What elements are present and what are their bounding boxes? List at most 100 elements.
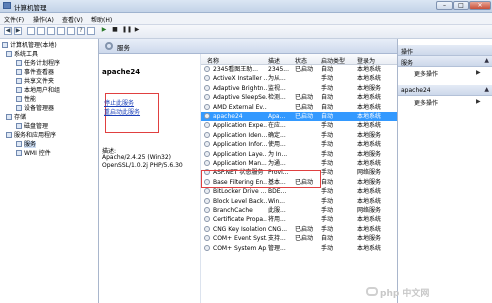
restart-service-link[interactable]: 重启动此服务 — [104, 107, 140, 116]
actions-section-apache24[interactable]: apache24 ▲ — [398, 85, 492, 96]
service-cell: Block Level Back... — [213, 197, 267, 205]
service-cell: ASP.NET 状态服务 — [213, 169, 264, 177]
service-row[interactable]: Application Laye... 为 In... 手动 本地服务 — [201, 150, 397, 159]
close-button[interactable]: ✕ — [469, 1, 491, 10]
computer-management-icon — [3, 2, 11, 9]
view-icon[interactable] — [87, 27, 95, 35]
back-icon[interactable]: ◀ — [4, 27, 12, 35]
tree-item-event-viewer[interactable]: 事件查看器 — [16, 68, 54, 77]
service-cell: 本地系统 — [357, 141, 382, 149]
service-row[interactable]: Base Filtering En... 基本... 已启动 自动 本地服务 — [201, 178, 397, 187]
service-row[interactable]: AMD External Ev... 已启动 自动 本地系统 — [201, 103, 397, 112]
service-row[interactable]: COM+ System Ap... 管理... 手动 本地系统 — [201, 244, 397, 253]
up-icon[interactable] — [27, 27, 35, 35]
tree-item-disk-management[interactable]: 磁盘管理 — [16, 122, 48, 131]
more-actions-services[interactable]: 更多操作 — [414, 69, 438, 78]
service-gear-icon — [204, 160, 210, 166]
service-row[interactable]: Application Expe... 在应... 手动 本地系统 — [201, 121, 397, 130]
show-tree-icon[interactable] — [37, 27, 45, 35]
title-bar: 计算机管理 – □ ✕ — [0, 0, 492, 13]
service-row[interactable]: CNG Key Isolation CNG... 已启动 手动 本地系统 — [201, 225, 397, 234]
service-cell: 已启动 — [295, 178, 314, 186]
tree-item-device-manager[interactable]: 设备管理器 — [16, 104, 54, 113]
column-log-on-as[interactable]: 登录为 — [357, 56, 375, 65]
service-cell: Provi... — [268, 169, 289, 177]
service-row[interactable]: Application Man... 为通... 手动 本地系统 — [201, 159, 397, 168]
gear-icon — [105, 42, 113, 50]
tree-item-computer-management[interactable]: 计算机管理(本地) — [2, 41, 57, 50]
actions-section-services[interactable]: 服务 ▲ — [398, 56, 492, 67]
stop-service-link[interactable]: 停止此服务 — [104, 98, 134, 107]
service-cell: Base Filtering En... — [213, 178, 267, 186]
service-cell: 2345... — [268, 66, 289, 73]
tree-item-task-scheduler[interactable]: 任务计划程序 — [16, 59, 60, 68]
service-cell: 手动 — [321, 225, 334, 233]
service-cell: 本地系统 — [357, 66, 382, 73]
service-row[interactable]: Adaptive Brightn... 监视... 手动 本地服务 — [201, 84, 397, 93]
tree-item-performance[interactable]: 性能 — [16, 95, 36, 104]
tree-item-local-users[interactable]: 本地用户和组 — [16, 86, 60, 95]
help-icon[interactable]: ? — [77, 27, 85, 35]
window-title: 计算机管理 — [14, 4, 47, 12]
performance-icon — [16, 96, 22, 102]
minimize-button[interactable]: – — [436, 1, 453, 10]
service-cell: 本地服务 — [357, 235, 382, 243]
service-row[interactable]: BranchCache 此服... 手动 网络服务 — [201, 206, 397, 215]
export-icon[interactable] — [67, 27, 75, 35]
service-row[interactable]: Application Iden... 确定... 手动 本地服务 — [201, 131, 397, 140]
service-gear-icon — [204, 178, 210, 185]
service-row[interactable]: Certificate Propa... 将用... 手动 本地系统 — [201, 215, 397, 224]
collapse-icon[interactable]: ▲ — [484, 57, 489, 64]
menu-bar: 文件(F) 操作(A) 查看(V) 帮助(H) — [0, 13, 492, 25]
menu-action[interactable]: 操作(A) — [33, 15, 54, 24]
start-service-icon[interactable]: ▶ — [100, 27, 108, 35]
service-gear-icon — [204, 103, 210, 110]
restart-service-icon[interactable]: ▶ — [133, 27, 141, 35]
service-gear-icon — [204, 197, 210, 204]
more-actions-apache24[interactable]: 更多操作 — [414, 98, 438, 107]
tree-item-shared-folders[interactable]: 共享文件夹 — [16, 77, 54, 86]
service-row[interactable]: apache24 Apa... 已启动 自动 本地系统 — [201, 112, 397, 121]
stop-service-icon[interactable]: ■ — [111, 27, 119, 35]
tree-item-services[interactable]: 服务 — [16, 140, 37, 149]
service-cell: 本地服务 — [357, 150, 382, 158]
service-row[interactable]: Adaptive SleepSe... 检测... 已启动 自动 本地系统 — [201, 93, 397, 102]
column-name[interactable]: 名称 — [207, 56, 219, 65]
service-cell: 手动 — [321, 141, 334, 149]
collapse-icon[interactable]: ▲ — [484, 86, 489, 93]
column-description[interactable]: 描述 — [268, 56, 280, 65]
actions-title: 操作 — [401, 49, 414, 56]
service-cell: 管理... — [268, 244, 286, 252]
service-cell: 已启动 — [295, 235, 314, 243]
menu-file[interactable]: 文件(F) — [4, 15, 24, 24]
service-cell: 在应... — [268, 122, 286, 130]
column-startup-type[interactable]: 启动类型 — [321, 56, 345, 65]
service-gear-icon — [204, 150, 210, 157]
service-row[interactable]: ASP.NET 状态服务 Provi... 手动 网络服务 — [201, 168, 397, 177]
service-row[interactable]: BitLocker Drive ... BDE... 手动 本地系统 — [201, 187, 397, 196]
column-status[interactable]: 状态 — [295, 56, 307, 65]
tree-item-services-apps[interactable]: 服务和应用程序 — [6, 131, 56, 140]
tree-item-storage[interactable]: 存储 — [6, 113, 26, 122]
service-cell: 此服... — [268, 207, 286, 214]
tree-item-system-tools[interactable]: 系统工具 — [6, 50, 38, 59]
maximize-button[interactable]: □ — [453, 1, 469, 10]
service-cell: 手动 — [321, 150, 334, 158]
service-cell: 监视... — [268, 84, 286, 92]
service-row[interactable]: Application Infor... 使用... 手动 本地系统 — [201, 140, 397, 149]
forward-icon[interactable]: ▶ — [14, 27, 22, 35]
menu-view[interactable]: 查看(V) — [62, 15, 83, 24]
service-row[interactable]: COM+ Event Syst... 支持... 已启动 自动 本地服务 — [201, 234, 397, 243]
service-cell: 本地系统 — [357, 113, 382, 120]
service-row[interactable]: ActiveX Installer ... 为从... 手动 本地系统 — [201, 74, 397, 83]
service-row[interactable]: 2345看图王助... 2345... 已启动 自动 本地系统 — [201, 65, 397, 74]
refresh-icon[interactable] — [57, 27, 65, 35]
tree-item-wmi[interactable]: WMI 控件 — [16, 149, 51, 158]
pause-service-icon[interactable]: ❚❚ — [122, 27, 132, 35]
service-cell: 手动 — [321, 207, 334, 214]
properties-icon[interactable] — [47, 27, 55, 35]
service-row[interactable]: Block Level Back... Win... 手动 本地系统 — [201, 197, 397, 206]
service-cell: 已启动 — [295, 103, 314, 111]
menu-help[interactable]: 帮助(H) — [91, 15, 112, 24]
service-cell: ActiveX Installer ... — [213, 75, 267, 83]
